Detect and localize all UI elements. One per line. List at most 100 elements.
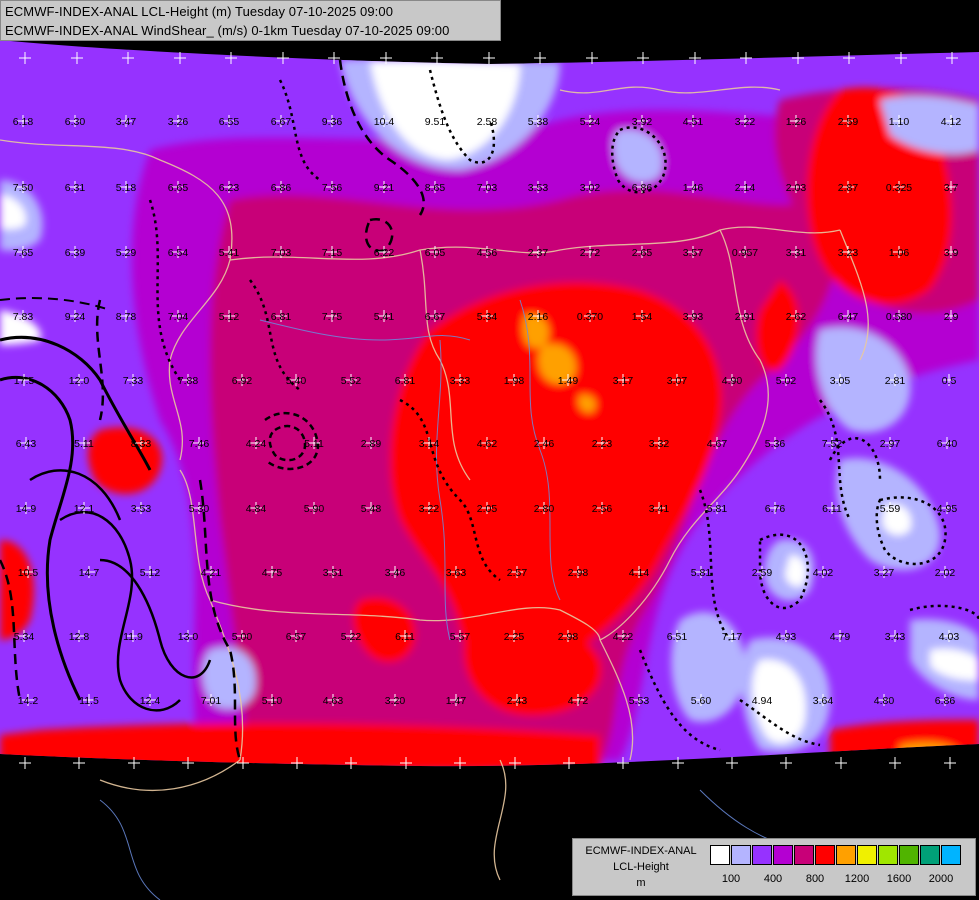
value-label: 6.30 — [65, 116, 86, 128]
value-label: 6.86 — [271, 182, 292, 194]
value-label: 2.14 — [735, 182, 756, 194]
value-label: 3.43 — [885, 631, 906, 643]
grid-point: 5.36 — [765, 437, 785, 450]
value-label: 3.26 — [168, 116, 189, 128]
grid-point: 6.67 — [271, 115, 292, 128]
value-label: 3.92 — [632, 116, 653, 128]
grid-point: 12.4 — [140, 694, 160, 707]
grid-point: 4.51 — [683, 115, 703, 128]
grid-point: 7.17 — [722, 630, 742, 643]
grid-point: 9.51 — [425, 115, 445, 128]
grid-point: 7.83 — [13, 310, 33, 323]
grid-point: 3.20 — [385, 694, 405, 707]
grid-point: 3.02 — [580, 181, 601, 194]
title-line-lcl: ECMWF-INDEX-ANAL LCL-Height (m) Tuesday … — [5, 4, 394, 19]
lcl-height-field — [0, 40, 979, 767]
grid-point: 3.26 — [168, 115, 189, 128]
value-label: 4.67 — [707, 438, 728, 450]
value-label: 2.16 — [528, 311, 549, 323]
grid-point: 5.30 — [189, 502, 209, 515]
value-label: 6.67 — [271, 116, 292, 128]
grid-point: 2.62 — [786, 310, 806, 323]
grid-point: 0.325 — [886, 181, 912, 194]
value-label: 2.57 — [507, 567, 528, 579]
grid-point: 3.27 — [874, 566, 895, 579]
value-label: 12.0 — [69, 375, 90, 387]
grid-point: 7.04 — [168, 310, 189, 323]
legend-tick-label: 100 — [721, 873, 741, 885]
grid-point: 6.81 — [271, 310, 291, 323]
grid-point: 2.87 — [838, 181, 858, 194]
grid-point: 17.5 — [14, 374, 34, 387]
grid-point: 4.93 — [776, 630, 796, 643]
grid-point: 2.37 — [528, 246, 548, 259]
value-label: 3.57 — [683, 247, 704, 259]
grid-point: 7.01 — [201, 694, 221, 707]
value-label: 2.9 — [944, 311, 959, 323]
value-label: 2.59 — [838, 116, 859, 128]
grid-point: 11.9 — [123, 630, 143, 643]
value-label: 3.32 — [649, 438, 670, 450]
value-label: 3.27 — [874, 567, 895, 579]
value-label: 1.54 — [632, 311, 653, 323]
grid-point: 6.11 — [822, 502, 842, 515]
legend-unit: m — [636, 877, 646, 889]
value-label: 4.90 — [722, 375, 743, 387]
grid-point: 3.41 — [649, 502, 669, 515]
grid-point: 6.86 — [632, 181, 652, 194]
grid-point: 4.02 — [813, 566, 834, 579]
value-label: 4.02 — [813, 567, 834, 579]
grid-point: 5.12 — [140, 566, 160, 579]
legend-swatch — [773, 845, 793, 865]
value-label: 7.88 — [178, 375, 199, 387]
value-label: 2.03 — [786, 182, 807, 194]
value-label: 5.22 — [341, 631, 362, 643]
grid-point: 6.05 — [425, 246, 445, 259]
grid-point: 4.94 — [752, 694, 773, 707]
grid-point: 14.2 — [18, 694, 38, 707]
grid-point: 2.81 — [885, 374, 905, 387]
value-label: 8.78 — [116, 311, 137, 323]
grid-point: 3.22 — [735, 115, 755, 128]
grid-point: 6.23 — [219, 181, 240, 194]
legend-swatch — [710, 845, 730, 865]
value-label: 6.57 — [286, 631, 307, 643]
grid-point: 2.56 — [592, 502, 613, 515]
grid-point: 2.80 — [534, 502, 554, 515]
value-label: 2.91 — [735, 311, 756, 323]
value-label: 2.56 — [592, 503, 613, 515]
value-label: 6.11 — [822, 503, 842, 515]
value-label: 7.04 — [168, 311, 189, 323]
value-label: 3.02 — [580, 182, 601, 194]
weather-map: 6.18 6.30 3.47 3.26 6.55 6.67 9.36 10.4 9.51 2.58… — [0, 0, 979, 900]
grid-point: 3.47 — [116, 115, 137, 128]
grid-point: 5.11 — [74, 437, 94, 450]
grid-point: 5.10 — [262, 694, 282, 707]
value-label: 6.31 — [65, 182, 86, 194]
grid-point: 5.52 — [341, 374, 361, 387]
value-label: 3.93 — [683, 311, 704, 323]
grid-point: 2.97 — [880, 437, 900, 450]
value-label: 6.86 — [935, 695, 956, 707]
value-label: 3.9 — [944, 247, 959, 259]
value-label: 3.33 — [450, 375, 471, 387]
grid-point: 2.65 — [632, 246, 652, 259]
value-label: 14.9 — [16, 503, 37, 515]
value-label: 3.47 — [116, 116, 137, 128]
value-label: 5.24 — [580, 116, 601, 128]
grid-point: 4.72 — [568, 694, 588, 707]
value-label: 8.65 — [425, 182, 446, 194]
value-label: 4.94 — [752, 695, 773, 707]
value-label: 2.98 — [558, 631, 579, 643]
grid-point: 5.38 — [528, 115, 548, 128]
value-label: 5.59 — [880, 503, 901, 515]
grid-point: 0.5 — [942, 374, 956, 387]
grid-point: 14.9 — [16, 502, 37, 515]
value-label: 6.23 — [219, 182, 240, 194]
grid-point: 8.78 — [116, 310, 137, 323]
value-label: 6.51 — [667, 631, 688, 643]
grid-point: 8.65 — [425, 181, 446, 194]
value-label: 7.50 — [13, 182, 34, 194]
value-label: 4.12 — [941, 116, 962, 128]
grid-point: 2.25 — [504, 630, 524, 643]
